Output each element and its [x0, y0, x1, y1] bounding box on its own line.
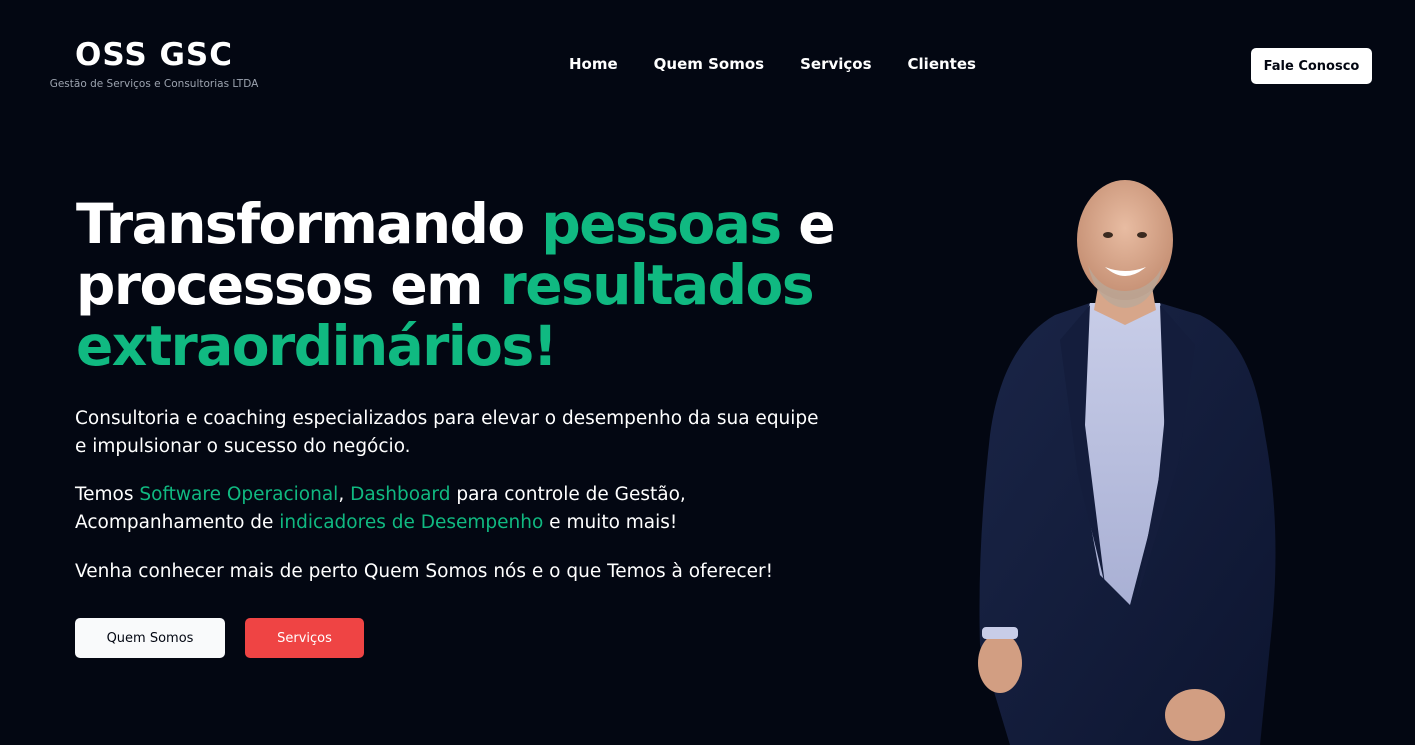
- hero-title-accent: pessoas: [541, 192, 782, 256]
- nav-item-home[interactable]: Home: [569, 55, 618, 73]
- page: OSS GSC Gestão de Serviços e Consultoria…: [0, 0, 1415, 745]
- fale-conosco-button[interactable]: Fale Conosco: [1251, 48, 1372, 84]
- hero-features: Temos Software Operacional, Dashboard pa…: [75, 481, 835, 537]
- brand-logo[interactable]: OSS GSC Gestão de Serviços e Consultoria…: [43, 36, 265, 90]
- features-text: ,: [338, 484, 351, 505]
- features-highlight: Dashboard: [350, 484, 451, 505]
- servicos-button[interactable]: Serviços: [245, 618, 364, 658]
- nav-item-clientes[interactable]: Clientes: [908, 55, 976, 73]
- features-highlight: indicadores de Desempenho: [279, 512, 544, 533]
- hero-title: Transformando pessoas e processos em res…: [76, 194, 836, 377]
- features-text: e muito mais!: [543, 512, 678, 533]
- nav-item-quem-somos[interactable]: Quem Somos: [654, 55, 764, 73]
- consultant-portrait: [978, 180, 1276, 745]
- brand-title: OSS GSC: [75, 37, 233, 73]
- main-nav: Home Quem Somos Serviços Clientes: [569, 55, 976, 73]
- hero-invitation: Venha conhecer mais de perto Quem Somos …: [75, 561, 774, 582]
- hero-title-text: Transformando: [76, 192, 542, 256]
- hero-description: Consultoria e coaching especializados pa…: [75, 408, 819, 457]
- nav-item-servicos[interactable]: Serviços: [800, 55, 871, 73]
- features-text: Temos: [75, 484, 140, 505]
- quem-somos-button[interactable]: Quem Somos: [75, 618, 225, 658]
- features-highlight: Software Operacional: [139, 484, 339, 505]
- brand-subtitle: Gestão de Serviços e Consultorias LTDA: [49, 78, 259, 90]
